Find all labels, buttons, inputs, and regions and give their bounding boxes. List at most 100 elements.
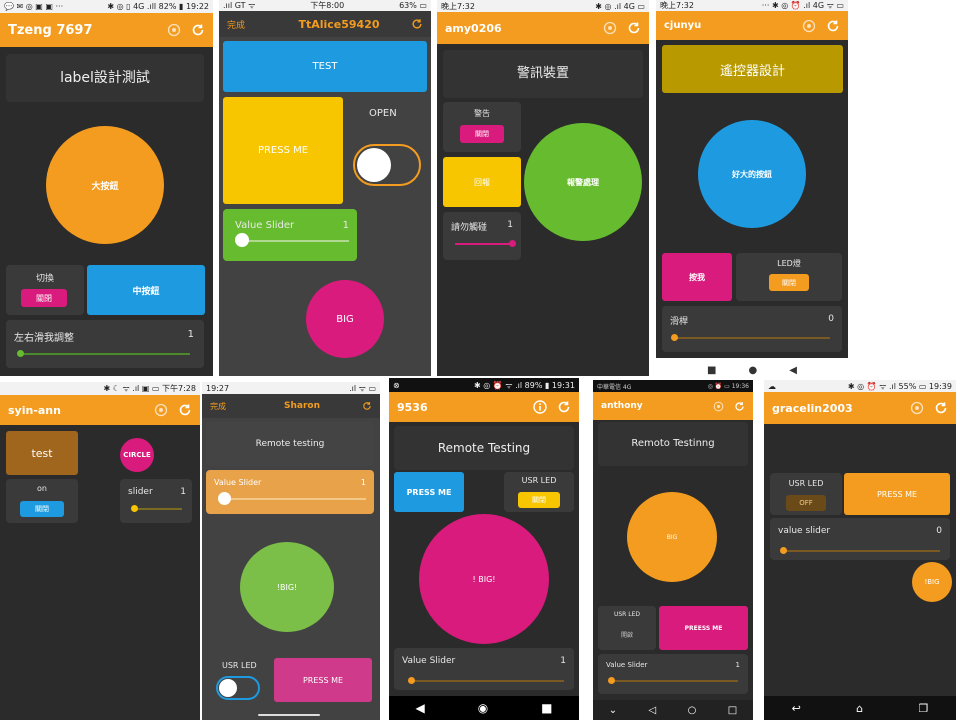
big-button[interactable]: !BIG! <box>240 542 334 632</box>
refresh-icon[interactable] <box>627 21 641 35</box>
slider-card: Value Slider 1 <box>598 654 748 694</box>
big-button[interactable]: !BIG <box>912 562 952 602</box>
slider-track[interactable] <box>610 680 738 682</box>
device-title: Tzeng 7697 <box>8 22 93 38</box>
open-toggle[interactable] <box>353 144 421 186</box>
slider-knob[interactable] <box>235 233 249 247</box>
label-card: Remote Testing <box>394 426 574 470</box>
status-bar: 中華電信 4G ◎ ⏰ ▭ 19:36 <box>593 380 753 392</box>
home-icon[interactable]: ⌂ <box>856 702 863 715</box>
mid-button[interactable]: 中按鈕 <box>87 265 205 315</box>
big-button[interactable]: ! BIG! <box>419 514 549 644</box>
app-header: gracelin2003 <box>764 392 956 424</box>
slider-track[interactable] <box>782 550 940 552</box>
info-icon[interactable] <box>533 400 547 414</box>
warn-label: 警告 <box>474 109 490 118</box>
recent-apps-icon[interactable]: □ <box>728 705 737 716</box>
led-toggle-button[interactable]: OFF <box>786 495 826 511</box>
refresh-icon[interactable] <box>734 401 745 412</box>
circle-button[interactable]: CIRCLE <box>120 438 154 472</box>
big-button[interactable]: 大按鈕 <box>46 126 164 244</box>
slider-knob[interactable] <box>408 677 415 684</box>
slider-track[interactable] <box>241 240 349 242</box>
slider-track[interactable] <box>674 337 830 339</box>
recent-apps-icon[interactable]: ■ <box>707 365 716 376</box>
led-toggle[interactable] <box>216 676 260 700</box>
device-title: TtAlice59420 <box>298 17 380 31</box>
slider-knob[interactable] <box>671 334 678 341</box>
slider-label: 請勿觸碰 <box>451 223 488 233</box>
app-header: 9536 <box>389 392 579 422</box>
led-toggle-button[interactable]: 關閉 <box>769 274 809 291</box>
home-icon[interactable]: ◉ <box>478 701 488 715</box>
chevron-down-icon[interactable]: ⌄ <box>609 705 617 716</box>
slider-track[interactable] <box>132 508 182 510</box>
led-toggle-button[interactable]: 關閉 <box>518 492 560 508</box>
settings-icon[interactable] <box>713 401 724 412</box>
system-nav-bar: ↩ ⌂ ❐ <box>764 696 956 720</box>
press-button[interactable]: 按我 <box>662 253 732 301</box>
status-bar: 💬 ✉ ◎ ▣ ▣ ··· ✱ ◎ ▯ 4G .ıll 82% ▮ 19:22 <box>0 0 213 13</box>
switch-toggle-button[interactable]: 關閉 <box>21 289 67 307</box>
status-center: 下午8:00 <box>310 1 345 10</box>
slider-knob[interactable] <box>131 505 138 512</box>
app-panel-gracelin: ☁ ✱ ◎ ⏰ ᯤ .ıl 55% ▭ 19:39 gracelin2003 U… <box>764 380 956 720</box>
refresh-icon[interactable] <box>411 18 423 30</box>
settings-icon[interactable] <box>802 19 816 33</box>
slider-track[interactable] <box>20 353 190 355</box>
back-icon[interactable]: ↩ <box>792 702 801 715</box>
refresh-icon[interactable] <box>178 403 192 417</box>
slider-knob[interactable] <box>509 240 516 247</box>
press-me-button[interactable]: PRESS ME <box>223 97 343 204</box>
test-button[interactable]: test <box>6 431 78 475</box>
report-button[interactable]: 回報 <box>443 157 521 207</box>
device-title: Sharon <box>284 401 320 411</box>
label-text: label設計測試 <box>60 70 150 86</box>
warn-card: 警告 關閉 <box>443 102 521 152</box>
alarm-button[interactable]: 報警處理 <box>524 123 642 241</box>
refresh-icon[interactable] <box>557 400 571 414</box>
led-toggle-button[interactable]: 開啟 <box>610 627 644 641</box>
slider-knob[interactable] <box>780 547 787 554</box>
on-card: on 關閉 <box>6 479 78 523</box>
device-title: anthony <box>601 401 643 411</box>
slider-knob[interactable] <box>218 492 231 505</box>
home-icon[interactable]: ● <box>749 365 758 376</box>
refresh-icon[interactable] <box>362 401 372 411</box>
slider-label: Value Slider <box>235 220 295 231</box>
slider-knob[interactable] <box>17 350 24 357</box>
recent-apps-icon[interactable]: ❐ <box>918 702 928 715</box>
done-button[interactable]: 完成 <box>227 18 267 31</box>
back-icon[interactable]: ◁ <box>649 705 657 716</box>
back-icon[interactable]: ◀ <box>415 701 424 715</box>
refresh-icon[interactable] <box>191 23 205 37</box>
press-me-button[interactable]: PREESS ME <box>659 606 748 650</box>
slider-knob[interactable] <box>608 677 615 684</box>
status-right: ✱ ☾ ᯤ .ıl ▣ ▭ 下午7:28 <box>103 384 196 393</box>
refresh-icon[interactable] <box>826 19 840 33</box>
led-label: LED燈 <box>777 259 801 268</box>
warn-toggle-button[interactable]: 關閉 <box>460 125 504 143</box>
slider-track[interactable] <box>220 498 366 500</box>
settings-icon[interactable] <box>603 21 617 35</box>
big-button[interactable]: BIG <box>627 492 717 582</box>
slider-label: 左右滑我調整 <box>14 333 74 344</box>
recent-apps-icon[interactable]: ■ <box>541 701 552 715</box>
settings-icon[interactable] <box>167 23 181 37</box>
back-icon[interactable]: ◀ <box>789 365 797 376</box>
big-button[interactable]: BIG <box>306 280 384 358</box>
big-button[interactable]: 好大的按鈕 <box>698 120 806 228</box>
press-me-button[interactable]: PRESS ME <box>274 658 372 702</box>
settings-icon[interactable] <box>910 401 924 415</box>
system-nav-bar: ◀ ◉ ■ <box>389 696 579 720</box>
slider-track[interactable] <box>455 243 511 245</box>
home-icon[interactable]: ○ <box>688 705 697 716</box>
press-me-button[interactable]: PRESS ME <box>844 473 950 515</box>
slider-track[interactable] <box>410 680 564 682</box>
refresh-icon[interactable] <box>934 401 948 415</box>
done-button[interactable]: 完成 <box>210 401 242 412</box>
settings-icon[interactable] <box>154 403 168 417</box>
on-toggle-button[interactable]: 關閉 <box>20 501 64 517</box>
press-me-button[interactable]: PRESS ME <box>394 472 464 512</box>
test-button[interactable]: TEST <box>223 41 427 92</box>
